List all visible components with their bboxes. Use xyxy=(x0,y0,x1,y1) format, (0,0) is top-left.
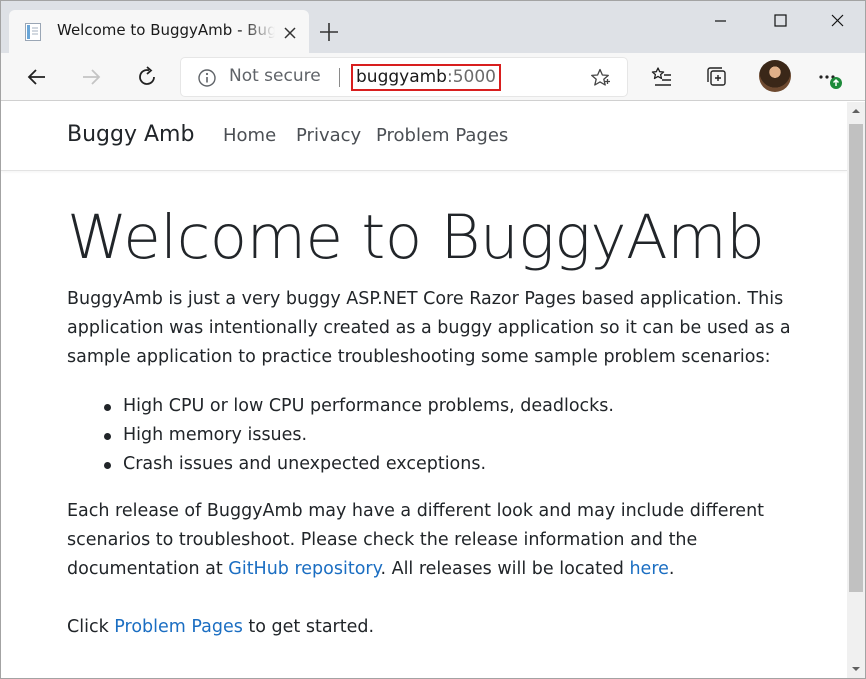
release-text: . xyxy=(668,559,675,579)
page-scrollbar[interactable] xyxy=(847,102,865,678)
title-bar: Welcome to BuggyAmb - BuggyAmb xyxy=(1,1,865,53)
collections-icon[interactable] xyxy=(701,61,733,93)
url-port: :5000 xyxy=(446,67,496,87)
maximize-window-icon[interactable] xyxy=(757,7,803,37)
feature-list-item: High memory issues. xyxy=(67,421,797,450)
intro-paragraph: BuggyAmb is just a very buggy ASP.NET Co… xyxy=(67,289,791,367)
tab-title: Welcome to BuggyAmb - BuggyAmb xyxy=(57,21,275,39)
browser-window: Welcome to BuggyAmb - BuggyAmb xyxy=(0,0,866,679)
new-tab-plus-icon[interactable] xyxy=(317,20,341,44)
scroll-up-arrow-icon[interactable] xyxy=(847,102,865,120)
problem-pages-link[interactable]: Problem Pages xyxy=(114,617,243,637)
nav-problem-pages-link[interactable]: Problem Pages xyxy=(376,125,508,146)
scroll-down-arrow-icon[interactable] xyxy=(847,660,865,678)
feature-list: High CPU or low CPU performance problems… xyxy=(67,392,797,479)
cta-paragraph: Click Problem Pages to get started. xyxy=(67,613,797,642)
release-paragraph: Each release of BuggyAmb may have a diff… xyxy=(67,497,797,584)
scrollbar-thumb[interactable] xyxy=(849,124,863,592)
tab-close-icon[interactable] xyxy=(279,22,301,44)
profile-avatar[interactable] xyxy=(759,60,791,92)
cta-text: to get started. xyxy=(242,617,375,637)
close-window-icon[interactable] xyxy=(813,7,859,37)
nav-home-link[interactable]: Home xyxy=(223,125,276,146)
add-favorite-star-icon[interactable] xyxy=(589,67,611,89)
nav-privacy-link[interactable]: Privacy xyxy=(296,125,361,146)
site-brand[interactable]: Buggy Amb xyxy=(67,122,194,147)
github-repository-link[interactable]: GitHub repository xyxy=(228,559,380,579)
address-separator xyxy=(339,68,340,87)
forward-arrow-icon[interactable] xyxy=(75,61,107,93)
release-text: . All releases will be located xyxy=(380,559,630,579)
main-content: Welcome to BuggyAmb BuggyAmb is just a v… xyxy=(67,198,797,642)
favorites-list-icon[interactable] xyxy=(646,61,678,93)
url-host: buggyamb xyxy=(356,67,447,87)
minimize-window-icon[interactable] xyxy=(697,7,743,37)
browser-tab[interactable]: Welcome to BuggyAmb - BuggyAmb xyxy=(9,10,309,53)
url-highlight-box[interactable]: buggyamb:5000 xyxy=(351,64,501,91)
back-arrow-icon[interactable] xyxy=(21,61,53,93)
more-options-icon[interactable] xyxy=(813,61,845,93)
page-viewport: Buggy Amb Home Privacy Problem Pages Wel… xyxy=(1,102,847,678)
feature-list-item: Crash issues and unexpected exceptions. xyxy=(67,450,797,479)
security-label[interactable]: Not secure xyxy=(229,66,321,86)
info-icon[interactable] xyxy=(197,68,217,88)
site-navbar: Buggy Amb Home Privacy Problem Pages xyxy=(1,102,847,171)
hero-title: Welcome to BuggyAmb xyxy=(67,202,765,273)
page-favicon-icon xyxy=(25,23,41,41)
address-bar[interactable]: Not secure buggyamb:5000 xyxy=(181,58,627,96)
cta-text: Click xyxy=(67,617,115,637)
feature-list-item: High CPU or low CPU performance problems… xyxy=(67,392,797,421)
refresh-icon[interactable] xyxy=(131,61,163,93)
releases-here-link[interactable]: here xyxy=(629,559,668,579)
browser-toolbar: Not secure buggyamb:5000 xyxy=(1,53,865,101)
